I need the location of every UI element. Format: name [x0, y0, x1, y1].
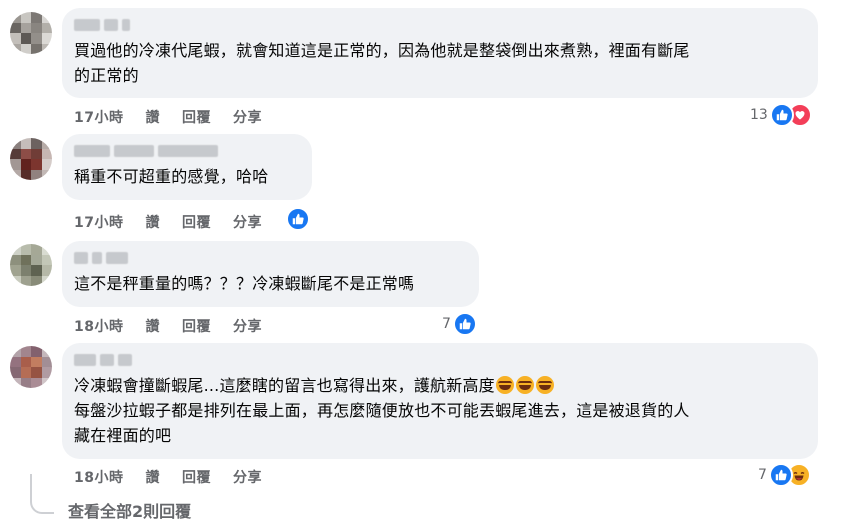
- avatar[interactable]: [10, 12, 52, 54]
- reply-button[interactable]: 回覆: [182, 107, 211, 127]
- comment-bubble: 冷凍蝦會撞斷蝦尾...這麼瞎的留言也寫得出來，護航新高度 每盤沙拉蝦子都是排列在…: [62, 343, 818, 459]
- commenter-name[interactable]: [74, 251, 467, 265]
- comment-text: 冷凍蝦會撞斷蝦尾...這麼瞎的留言也寫得出來，護航新高度 每盤沙拉蝦子都是排列在…: [74, 373, 806, 448]
- comment-text: 這不是秤重量的嗎？？？冷凍蝦斷尾不是正常嗎: [74, 274, 415, 293]
- reaction-count: 13: [750, 107, 768, 123]
- comment-text-line-1: 冷凍蝦會撞斷蝦尾...這麼瞎的留言也寫得出來，護航新高度: [74, 376, 495, 395]
- like-button[interactable]: 讚: [145, 107, 160, 127]
- reply-button[interactable]: 回覆: [182, 467, 211, 487]
- like-icon: [769, 103, 794, 127]
- reaction-summary[interactable]: 7: [758, 463, 811, 487]
- comment-time[interactable]: 18小時: [74, 467, 123, 487]
- comment-text: 買過他的冷凍代尾蝦，就會知道這是正常的，因為他就是整袋倒出來煮熟，裡面有斷尾 的…: [74, 41, 690, 85]
- reaction-summary[interactable]: 13: [750, 103, 812, 127]
- comment-bubble: 這不是秤重量的嗎？？？冷凍蝦斷尾不是正常嗎: [62, 241, 479, 307]
- like-icon: [452, 312, 477, 336]
- reply-button[interactable]: 回覆: [182, 212, 211, 232]
- comment-bubble: 稱重不可超重的感覺，哈哈: [62, 134, 312, 200]
- avatar[interactable]: [10, 244, 52, 286]
- commenter-name[interactable]: [74, 144, 300, 158]
- like-button[interactable]: 讚: [145, 316, 160, 336]
- comment-time[interactable]: 17小時: [74, 212, 123, 232]
- comment-actions: 17小時 讚 回覆 分享: [74, 212, 262, 232]
- reply-button[interactable]: 回覆: [182, 316, 211, 336]
- reaction-count: 7: [758, 467, 767, 483]
- reaction-count: 7: [442, 316, 451, 332]
- laughing-emoji-icon: [535, 376, 554, 394]
- like-button[interactable]: 讚: [145, 212, 160, 232]
- laughing-emoji-icon: [515, 376, 534, 394]
- share-button[interactable]: 分享: [233, 107, 262, 127]
- like-button[interactable]: 讚: [145, 467, 160, 487]
- laughing-emoji-icon: [495, 376, 514, 394]
- like-icon: [286, 207, 310, 231]
- share-button[interactable]: 分享: [233, 316, 262, 336]
- avatar[interactable]: [10, 346, 52, 388]
- view-all-replies-link[interactable]: 查看全部2則回覆: [68, 498, 191, 522]
- avatar[interactable]: [10, 138, 52, 180]
- commenter-name[interactable]: [74, 18, 806, 32]
- comment-actions: 17小時 讚 回覆 分享: [74, 107, 262, 127]
- comment-actions: 18小時 讚 回覆 分享: [74, 467, 262, 487]
- comment-actions: 18小時 讚 回覆 分享: [74, 316, 262, 336]
- reply-thread-line: [30, 474, 54, 514]
- comment-time[interactable]: 18小時: [74, 316, 123, 336]
- comment-text-rest: 每盤沙拉蝦子都是排列在最上面，再怎麼隨便放也不可能丟蝦尾進去，這是被退貨的人 藏…: [74, 401, 690, 445]
- comment-time[interactable]: 17小時: [74, 107, 123, 127]
- like-icon: [768, 463, 793, 487]
- comment-bubble: 買過他的冷凍代尾蝦，就會知道這是正常的，因為他就是整袋倒出來煮熟，裡面有斷尾 的…: [62, 8, 818, 98]
- commenter-name[interactable]: [74, 353, 806, 367]
- share-button[interactable]: 分享: [233, 467, 262, 487]
- reaction-summary[interactable]: 7: [442, 312, 477, 336]
- share-button[interactable]: 分享: [233, 212, 262, 232]
- comment-text: 稱重不可超重的感覺，哈哈: [74, 167, 269, 186]
- reaction-summary[interactable]: [286, 207, 310, 231]
